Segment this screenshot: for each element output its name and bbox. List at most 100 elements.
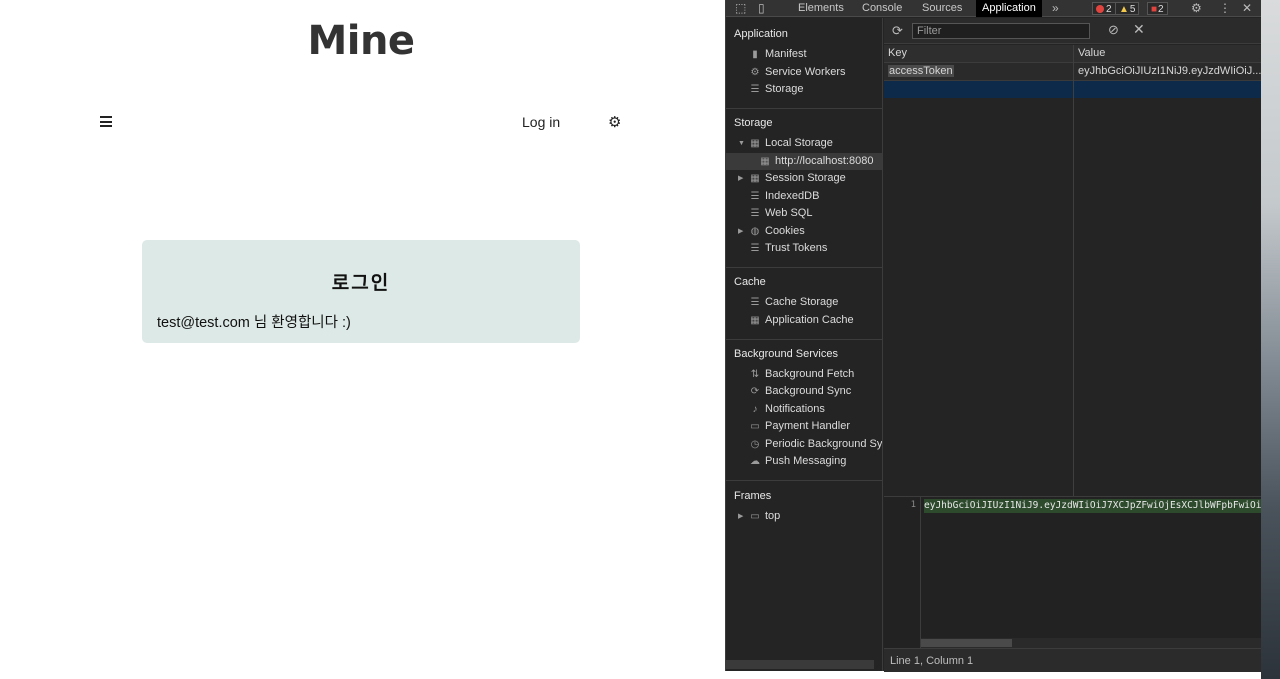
sidebar-item-notifications[interactable]: ♪ Notifications	[748, 401, 825, 418]
warning-count: 5	[1129, 4, 1136, 15]
web-page: Mine Log in ⚙ 로그인 test@test.com 님 환영합니다 …	[0, 0, 725, 679]
delete-selected-icon[interactable]: ✕	[1133, 22, 1145, 36]
login-link[interactable]: Log in	[522, 114, 560, 130]
sidebar-item-push-messaging[interactable]: ☁ Push Messaging	[748, 453, 846, 470]
sidebar-item-background-sync[interactable]: ⟳ Background Sync	[748, 383, 851, 400]
expand-arrow-icon[interactable]: ▼	[738, 135, 745, 152]
refresh-icon[interactable]: ⟳	[892, 23, 903, 39]
kebab-menu-icon[interactable]: ⋮	[1219, 1, 1231, 15]
clear-all-icon[interactable]: ⊘	[1108, 23, 1119, 37]
close-devtools-icon[interactable]: ✕	[1242, 1, 1252, 15]
sidebar-item-cache-storage[interactable]: ☰ Cache Storage	[748, 294, 839, 311]
sidebar-item-localhost-origin[interactable]: ▦ http://localhost:8080	[726, 153, 882, 170]
line-gutter: 1	[884, 497, 921, 648]
error-badge[interactable]: 2	[1092, 2, 1116, 15]
expand-arrow-icon[interactable]: ▶	[738, 508, 743, 525]
sidebar-item-manifest[interactable]: ▮ Manifest	[748, 46, 807, 63]
column-header-key[interactable]: Key	[884, 45, 1073, 62]
table-icon: ▦	[750, 315, 760, 326]
bell-icon: ♪	[752, 404, 758, 415]
sidebar-item-label: Background Sync	[765, 385, 852, 397]
sidebar-item-session-storage[interactable]: ▶ ▦ Session Storage	[738, 170, 846, 187]
row-value-cell: eyJhbGciOiJIUzI1NiJ9.eyJzdWIiOiJ...	[1078, 65, 1262, 77]
divider	[726, 108, 882, 109]
horizontal-scrollbar[interactable]	[921, 638, 1262, 648]
database-icon: ☰	[750, 208, 760, 219]
table-icon: ▦	[750, 173, 760, 184]
card-icon: ▭	[750, 421, 760, 432]
sidebar-item-periodic-background-sync[interactable]: ◷ Periodic Background Sync	[748, 436, 883, 453]
storage-toolbar: ⟳ ⊘ ✕	[884, 18, 1262, 44]
sidebar-item-label: Cookies	[765, 225, 805, 237]
storage-table: Key Value accessToken eyJhbGciOiJIUzI1Ni…	[884, 45, 1262, 496]
sidebar-item-label: Manifest	[765, 48, 807, 60]
frame-icon: ▭	[750, 511, 760, 522]
up-down-arrows-icon: ⇅	[750, 369, 760, 380]
sidebar-scrollbar[interactable]	[726, 660, 874, 669]
sidebar-item-frame-top[interactable]: ▶ ▭ top	[738, 508, 780, 525]
tab-elements[interactable]: Elements	[798, 0, 844, 17]
database-icon: ☰	[750, 84, 760, 95]
sidebar-item-storage[interactable]: ☰ Storage	[748, 81, 804, 98]
sidebar-item-label: Local Storage	[765, 137, 833, 149]
site-title[interactable]: Mine	[0, 18, 722, 64]
scrollbar-thumb[interactable]	[921, 639, 1012, 647]
database-icon: ☰	[750, 297, 760, 308]
inspect-element-icon[interactable]: ⬚	[735, 1, 746, 15]
expand-arrow-icon[interactable]: ▶	[738, 170, 743, 187]
sidebar-item-trust-tokens[interactable]: ☰ Trust Tokens	[748, 240, 828, 257]
sidebar-item-label: Cache Storage	[765, 296, 839, 308]
tab-application[interactable]: Application	[976, 0, 1042, 17]
sidebar-item-indexeddb[interactable]: ☰ IndexedDB	[748, 188, 820, 205]
sidebar-item-cookies[interactable]: ▶ ◍ Cookies	[738, 223, 805, 240]
issues-icon: ■	[1151, 4, 1158, 15]
error-icon	[1096, 5, 1104, 13]
login-card-heading: 로그인	[331, 272, 391, 294]
divider	[726, 339, 882, 340]
table-icon: ▦	[750, 138, 760, 149]
sidebar-item-service-workers[interactable]: ⚙ Service Workers	[748, 64, 846, 81]
sidebar-item-label: Web SQL	[765, 207, 813, 219]
error-count: 2	[1106, 4, 1112, 15]
tab-console[interactable]: Console	[862, 0, 902, 17]
divider	[726, 480, 882, 481]
column-header-value[interactable]: Value	[1074, 45, 1262, 62]
sidebar-item-label: Session Storage	[765, 172, 846, 184]
sidebar-item-application-cache[interactable]: ▦ Application Cache	[748, 312, 853, 329]
expand-arrow-icon[interactable]: ▶	[738, 223, 743, 240]
warning-icon: ▲	[1119, 4, 1129, 15]
value-preview-text[interactable]: eyJhbGciOiJIUzI1NiJ9.eyJzdWIiOiJ7XCJpZFw…	[924, 499, 1262, 513]
login-card: 로그인 test@test.com 님 환영합니다 :)	[142, 240, 580, 343]
row-key: accessToken	[888, 65, 954, 77]
divider	[726, 267, 882, 268]
sidebar-item-web-sql[interactable]: ☰ Web SQL	[748, 205, 813, 222]
cookie-icon: ◍	[750, 226, 760, 237]
devtools-tabbar: ⬚ ▯ Elements Console Sources Application…	[726, 0, 1262, 17]
sidebar-item-label: Periodic Background Sync	[765, 438, 883, 450]
gear-icon[interactable]: ⚙	[608, 114, 621, 130]
menu-icon[interactable]	[100, 116, 112, 127]
sidebar-item-background-fetch[interactable]: ⇅ Background Fetch	[748, 366, 854, 383]
settings-gear-icon[interactable]: ⚙	[1191, 1, 1202, 15]
tab-sources[interactable]: Sources	[922, 0, 962, 17]
more-tabs-icon[interactable]: »	[1052, 1, 1059, 15]
sidebar-item-local-storage[interactable]: ▼ ▦ Local Storage	[738, 135, 833, 152]
clock-icon: ◷	[750, 439, 760, 450]
file-icon: ▮	[752, 49, 758, 60]
sidebar-item-label: Notifications	[765, 403, 825, 415]
section-frames: Frames	[734, 490, 772, 502]
section-application: Application	[734, 28, 788, 40]
sidebar-item-payment-handler[interactable]: ▭ Payment Handler	[748, 418, 850, 435]
sidebar-item-label: Payment Handler	[765, 420, 850, 432]
issues-count: 2	[1158, 4, 1164, 15]
line-number: 1	[910, 500, 916, 510]
column-divider[interactable]	[1073, 45, 1074, 496]
sidebar-item-label: Push Messaging	[765, 455, 847, 467]
issues-badge[interactable]: ■2	[1147, 2, 1168, 15]
warning-badge[interactable]: ▲5	[1115, 2, 1140, 15]
sidebar-item-label: Service Workers	[765, 66, 846, 78]
value-preview: 1 eyJhbGciOiJIUzI1NiJ9.eyJzdWIiOiJ7XCJpZ…	[884, 496, 1262, 672]
database-icon: ☰	[750, 243, 760, 254]
device-toolbar-icon[interactable]: ▯	[758, 1, 765, 15]
filter-input[interactable]	[912, 23, 1090, 39]
